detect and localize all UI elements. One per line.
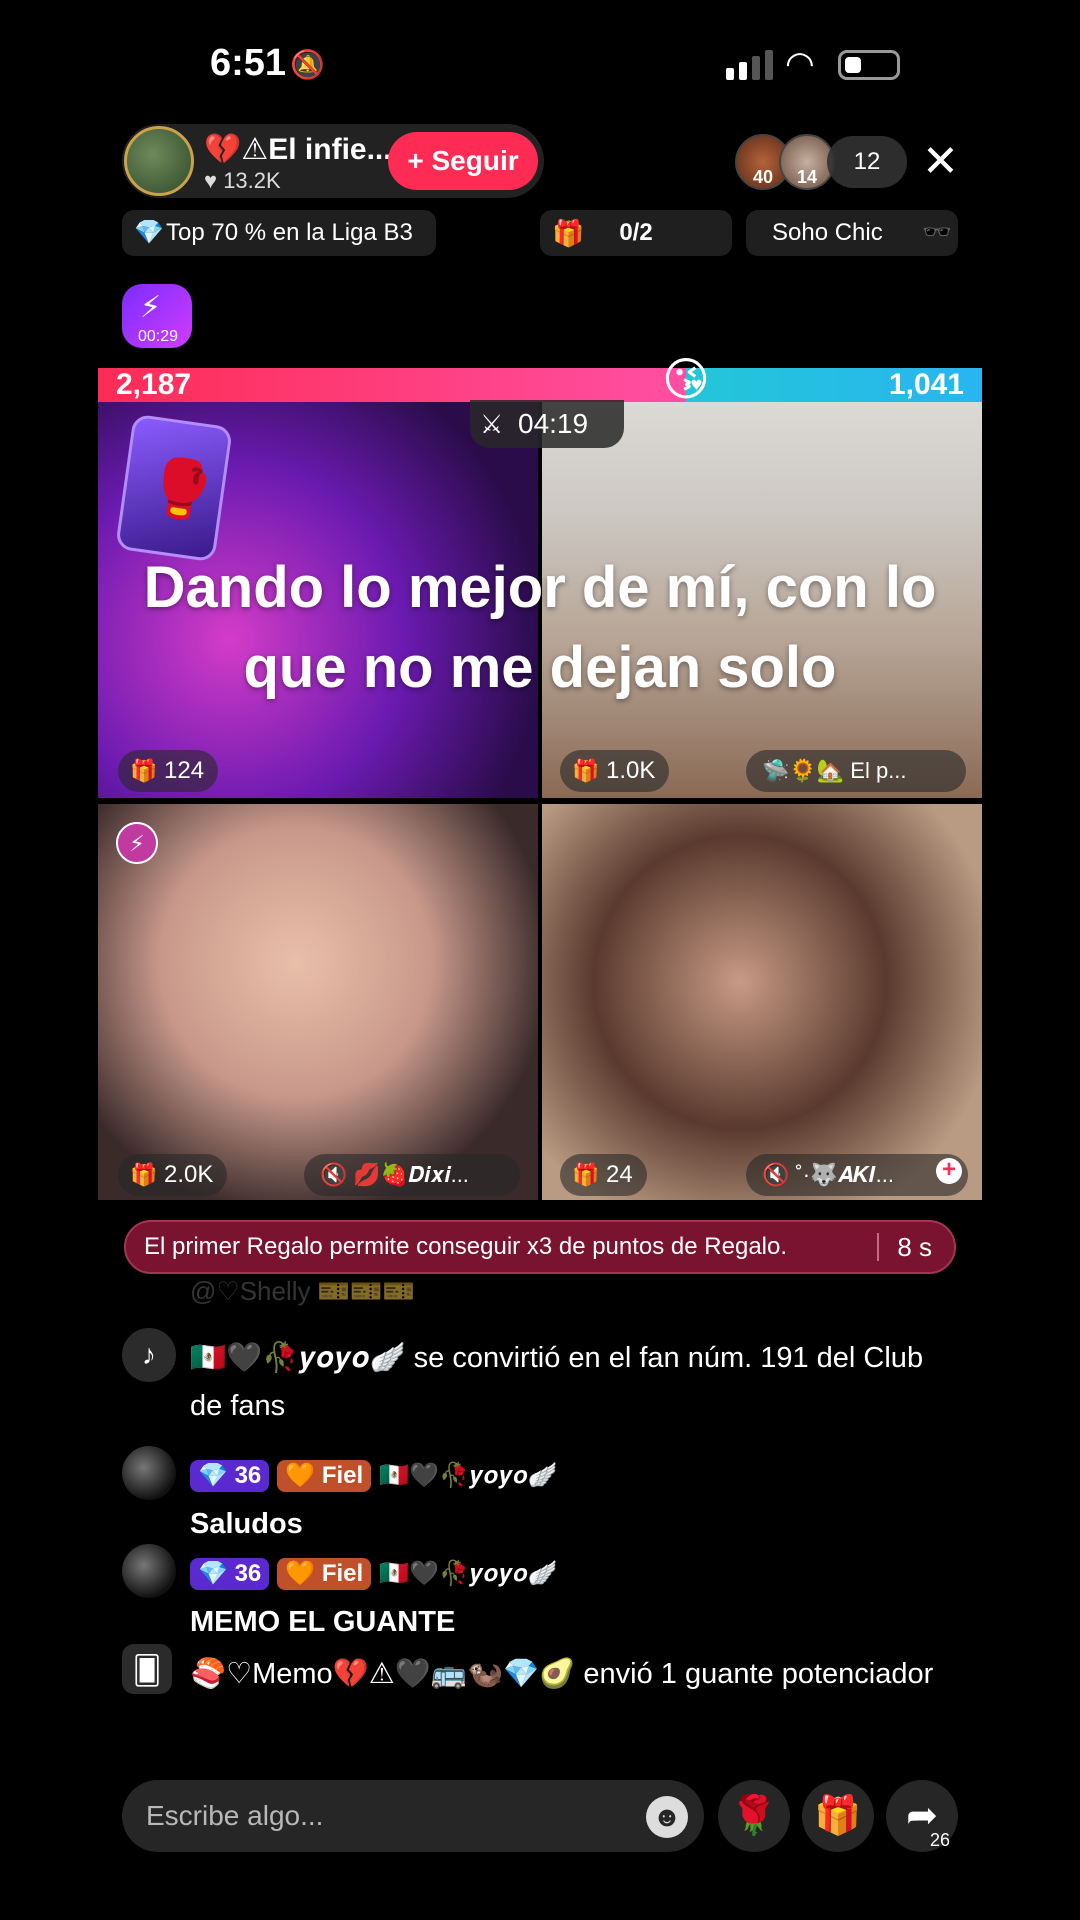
gift-icon: 🎁 (572, 1162, 600, 1187)
sunglasses-icon: 🕶️ (922, 219, 952, 246)
gift-banner: El primer Regalo permite conseguir x3 de… (124, 1220, 956, 1274)
boost-card: 🥊 (115, 413, 233, 563)
boost-button[interactable]: ⚡ 00:29 (122, 284, 192, 348)
status-time: 6:51 (210, 42, 287, 84)
username: 🇲🇽🖤🥀𝒚𝒐𝒚𝒐🪽 (379, 1462, 558, 1489)
rose-button[interactable]: 🌹 (718, 1780, 790, 1852)
host-avatar[interactable] (124, 126, 194, 196)
left-score: 2,187 (116, 368, 192, 401)
tile-score: 🎁 124 (118, 750, 219, 792)
league-badge[interactable]: 💎 Top 70 % en la Liga B3 (122, 210, 436, 256)
rose-icon: 🌹 (730, 1795, 778, 1837)
right-score: 1,041 (888, 368, 964, 401)
battle-icon: ⚔ (480, 409, 504, 439)
message-text: MEMO EL GUANTE (190, 1606, 456, 1638)
tile-score: 🎁 2.0K (118, 1154, 228, 1196)
battle-score-bar: 2,187 1,041 😘 (98, 353, 982, 405)
guest-tile-4[interactable]: 🎁 24 🔇 ˚·🐺𝑨𝑲𝑰... + (542, 804, 982, 1200)
share-button[interactable]: ➦ 26 (886, 1780, 958, 1852)
emoji-icon[interactable]: ☻ (646, 1796, 688, 1838)
comment-input[interactable] (122, 1780, 704, 1852)
wifi-icon: ◠ (785, 45, 815, 83)
add-icon[interactable]: + (936, 1158, 962, 1184)
signal-icon (726, 50, 773, 80)
muted-mic-icon: 🔇 (762, 1162, 790, 1187)
host-likes: ♥ 13.2K (204, 168, 281, 193)
glove-icon: 🥊 (142, 452, 221, 525)
gift-icon: 🎁 (130, 758, 158, 783)
fading-message: @♡Shelly 🎫🎫🎫 (190, 1276, 415, 1306)
level-badge: 💎 36 (190, 1558, 270, 1590)
guest-tile-3[interactable]: ⚡ 🎁 2.0K 🔇 💋🍓𝑫𝒊𝒙𝒊... (98, 804, 538, 1200)
chic-badge[interactable]: Soho Chic 🕶️ (746, 210, 958, 256)
user-avatar[interactable] (122, 1544, 176, 1598)
follow-button[interactable]: + Seguir (388, 132, 538, 190)
viewer-count[interactable]: 12 (827, 136, 907, 188)
guest-name[interactable]: 🔇 💋🍓𝑫𝒊𝒙𝒊... (304, 1154, 520, 1196)
share-count: 26 (929, 1830, 950, 1850)
heart-icon: ♥ (204, 168, 224, 193)
level-badge: 💎 36 (190, 1460, 270, 1492)
cards-icon: 🂠 (122, 1644, 172, 1694)
emoji-face-icon: 😘 (662, 353, 710, 405)
boost-timer: 00:29 (138, 328, 179, 345)
gift-icon: 🎁 (130, 1162, 158, 1187)
fan-badge: 🧡 Fiel (277, 1460, 372, 1492)
lightning-icon: ⚡ (116, 822, 158, 864)
gift-button[interactable]: 🎁 (802, 1780, 874, 1852)
tile-score: 🎁 24 (560, 1154, 647, 1196)
host-name: 💔⚠El infie... (204, 133, 392, 166)
fan-badge: 🧡 Fiel (277, 1558, 372, 1590)
diamond-icon: 💎 (134, 219, 164, 246)
goal-badge[interactable]: 🎁 0/2 (540, 210, 732, 256)
username: 🇲🇽🖤🥀𝒚𝒐𝒚𝒐🪽 (379, 1560, 558, 1587)
gift-icon: 🎁 (572, 758, 600, 783)
guest-name[interactable]: 🔇 ˚·🐺𝑨𝑲𝑰... (746, 1154, 968, 1196)
lightning-icon: ⚡ (140, 291, 162, 324)
host-info[interactable]: 💔⚠El infie... ♥ 13.2K + Seguir (122, 124, 544, 198)
tile-score: 🎁 1.0K (560, 750, 670, 792)
battle-timer: ⚔ 04:19 (470, 400, 624, 448)
overlay-caption: Dando lo mejor de mí, con lo que no me d… (143, 555, 937, 700)
bell-muted-icon: 🔕 (290, 49, 325, 80)
tiktok-icon: ♪ (122, 1328, 176, 1382)
battery-icon (838, 50, 900, 80)
gift-icon: 🎁 (814, 1795, 862, 1837)
banner-countdown: 8 s (877, 1233, 932, 1261)
user-avatar[interactable] (122, 1446, 176, 1500)
message-text: Saludos (190, 1508, 303, 1540)
guest-name[interactable]: 🛸🌻🏡 El p... (746, 750, 966, 792)
muted-mic-icon: 🔇 (320, 1162, 348, 1187)
close-icon[interactable]: ✕ (922, 136, 959, 187)
status-bar: 6:51 🔕 ◠ (0, 0, 1080, 130)
